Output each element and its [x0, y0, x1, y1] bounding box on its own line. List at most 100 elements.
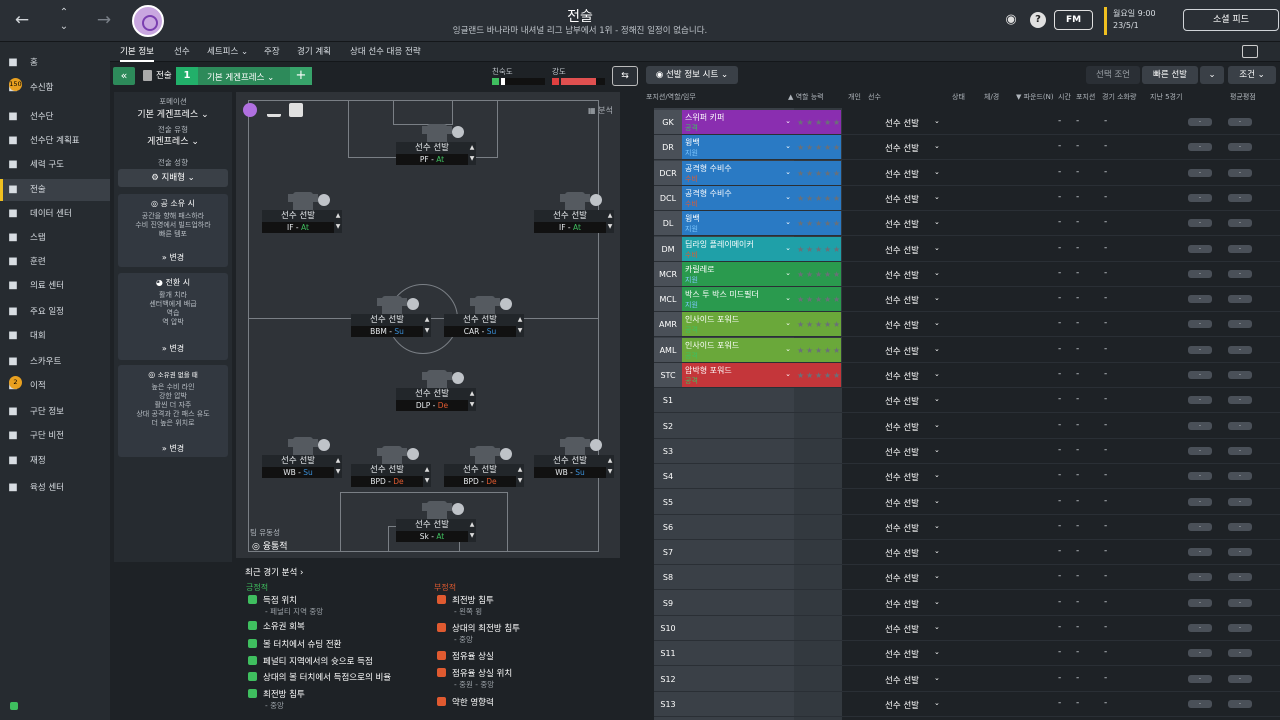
- quick-pick-button[interactable]: 빠른 선발: [1142, 66, 1198, 84]
- sidebar-item-trophy[interactable]: ■ 대회: [0, 325, 110, 347]
- in-possession-box[interactable]: ◎ 공 소유 시 공간을 향해 패스하라 수비 진영에서 빌드업하라 빠른 템포…: [118, 194, 228, 267]
- help-icon[interactable]: ?: [1030, 12, 1046, 28]
- chevron-down-icon[interactable]: ⌄: [785, 142, 791, 150]
- player-role[interactable]: PF - At: [396, 154, 468, 165]
- player-select[interactable]: 선수 선발: [885, 421, 919, 433]
- chevron-down-icon[interactable]: ⌄: [934, 699, 940, 707]
- chevron-down-icon[interactable]: ⌄: [934, 598, 940, 606]
- role-cell[interactable]: 윙백 지원 ⌄: [682, 135, 794, 161]
- camera-icon[interactable]: [1242, 45, 1258, 58]
- player-select[interactable]: 선수 선발: [885, 244, 919, 256]
- sidebar-item-development[interactable]: ■ 육성 센터: [0, 477, 110, 499]
- role-cell[interactable]: 스위퍼 키퍼 공격 ⌄: [682, 110, 794, 135]
- role-cell[interactable]: 압박형 포워드 공격 ⌄: [682, 363, 794, 388]
- add-tactic-button[interactable]: +: [290, 67, 312, 85]
- achievement-icon[interactable]: ◉: [1003, 12, 1019, 28]
- player-select[interactable]: 선수 선발: [885, 471, 919, 483]
- table-row[interactable]: AMR 인사이드 포워드 공격 ⌄ ★ ★ ★ ★ ★ 선수 선발 ⌄ - - - - -: [654, 312, 1280, 338]
- table-row[interactable]: S11 선수 선발 ⌄ - - - - -: [654, 641, 1280, 667]
- table-row[interactable]: GK 스위퍼 키퍼 공격 ⌄ ★ ★ ★ ★ ★ 선수 선발 ⌄ - - - - -: [654, 110, 1280, 135]
- sidebar-item-home[interactable]: ■ 홈: [0, 52, 110, 74]
- chevron-down-icon[interactable]: ⌄: [934, 471, 940, 479]
- col-last5[interactable]: 지난 5경기: [1150, 92, 1182, 102]
- tab-opposition[interactable]: 상대 선수 대응 전략: [350, 42, 421, 62]
- table-row[interactable]: S8 선수 선발 ⌄ - - - - -: [654, 565, 1280, 591]
- chevron-down-icon[interactable]: ⌄: [785, 269, 791, 277]
- table-row[interactable]: STC 압박형 포워드 공격 ⌄ ★ ★ ★ ★ ★ 선수 선발 ⌄ - - - - -: [654, 363, 1280, 388]
- chevron-down-icon[interactable]: ⌄: [785, 244, 791, 252]
- pitch-player-slot[interactable]: 선수 선발 BBM - Su ▲ ▼: [351, 296, 431, 342]
- player-role[interactable]: DLP - De: [396, 400, 468, 411]
- table-row[interactable]: S10 선수 선발 ⌄ - - - - -: [654, 616, 1280, 641]
- role-cell[interactable]: 딥라잉 플레이메이커 수비 ⌄: [682, 236, 794, 262]
- chevron-down-icon[interactable]: ⌄: [934, 648, 940, 656]
- tab-captain[interactable]: 주장: [264, 42, 280, 62]
- forward-icon[interactable]: →: [86, 0, 122, 42]
- social-feed-button[interactable]: 소셜 피드: [1183, 9, 1279, 31]
- tactic-slot[interactable]: 1: [176, 67, 198, 85]
- player-select[interactable]: 선수 선발: [885, 193, 919, 205]
- table-row[interactable]: S3 선수 선발 ⌄ - - - - -: [654, 438, 1280, 464]
- filter-button[interactable]: 조건 ⌄: [1228, 66, 1276, 84]
- chevron-down-icon[interactable]: ⌄: [934, 244, 940, 252]
- pitch-player-slot[interactable]: 선수 선발 BPD - De ▲ ▼: [444, 446, 524, 492]
- player-menu-arrow[interactable]: ▲ ▼: [468, 388, 476, 411]
- sidebar-item-data[interactable]: ■ 데이터 센터: [0, 203, 110, 225]
- swap-button[interactable]: ⇆: [612, 66, 638, 86]
- sidebar-item-finance[interactable]: ■ 재정: [0, 450, 110, 472]
- formation-name[interactable]: 기본 게겐프레스 ⌄: [207, 71, 274, 83]
- chevron-down-icon[interactable]: ⌄: [934, 218, 940, 226]
- table-row[interactable]: MCR 카릴레로 지원 ⌄ ★ ★ ★ ★ ★ 선수 선발 ⌄ - - - - -: [654, 261, 1280, 287]
- player-select[interactable]: 선수 선발: [885, 218, 919, 230]
- chevron-down-icon[interactable]: ⌄: [934, 294, 940, 302]
- chevron-down-icon[interactable]: ⌄: [934, 193, 940, 201]
- table-row[interactable]: S4 선수 선발 ⌄ - - - - -: [654, 464, 1280, 490]
- chevron-down-icon[interactable]: ⌄: [785, 370, 791, 378]
- player-select[interactable]: 선수 선발: [885, 370, 919, 382]
- change-button[interactable]: » 변경: [118, 252, 228, 263]
- chevron-down-icon[interactable]: ⌄: [934, 547, 940, 555]
- sidebar-item-calendar[interactable]: ■ 주요 일정: [0, 301, 110, 323]
- player-menu-arrow[interactable]: ▲ ▼: [468, 519, 476, 542]
- player-menu-arrow[interactable]: ▲ ▼: [516, 314, 524, 337]
- player-select[interactable]: 선수 선발: [885, 168, 919, 180]
- player-role[interactable]: WB - Su: [262, 467, 334, 478]
- chevron-down-icon[interactable]: ⌄: [934, 269, 940, 277]
- chevron-down-icon[interactable]: ⌄: [785, 193, 791, 201]
- back-icon[interactable]: ←: [4, 0, 40, 42]
- table-row[interactable]: S7 선수 선발 ⌄ - - - - -: [654, 540, 1280, 566]
- chevron-down-icon[interactable]: ⌄: [934, 319, 940, 327]
- player-menu-arrow[interactable]: ▲ ▼: [606, 455, 614, 478]
- player-select[interactable]: 선수 선발: [885, 648, 919, 660]
- out-possession-box[interactable]: ◎ 소유권 없을 때 높은 수비 라인 강한 압박 활씬 더 자주 상대 공격과…: [118, 365, 228, 457]
- role-cell[interactable]: 카릴레로 지원 ⌄: [682, 261, 794, 287]
- col-fitness[interactable]: 체/경: [984, 92, 999, 102]
- chevron-down-icon[interactable]: ⌄: [785, 168, 791, 176]
- chevron-down-icon[interactable]: ⌄: [934, 168, 940, 176]
- player-select[interactable]: 선수 선발: [885, 319, 919, 331]
- table-row[interactable]: S1 선수 선발 ⌄ - - - - -: [654, 388, 1280, 414]
- col-match-load[interactable]: 경기 소화량: [1102, 92, 1136, 102]
- tab-set-pieces[interactable]: 세트피스 ⌄: [207, 42, 248, 62]
- transition-box[interactable]: ◕ 전환 시 활개 치라 센터백에게 배급 역습 역 압박 » 변경: [118, 273, 228, 360]
- chevron-down-icon[interactable]: ⌄: [934, 421, 940, 429]
- chevron-down-icon[interactable]: ⌄: [934, 142, 940, 150]
- up-down-icon[interactable]: ⌃ ⌄: [46, 0, 82, 42]
- player-select[interactable]: 선수 선발: [885, 522, 919, 534]
- table-row[interactable]: S12 선수 선발 ⌄ - - - - -: [654, 666, 1280, 692]
- clipboard-icon[interactable]: [289, 103, 303, 117]
- chevron-down-icon[interactable]: ⌄: [934, 497, 940, 505]
- table-row[interactable]: DM 딥라잉 플레이메이커 수비 ⌄ ★ ★ ★ ★ ★ 선수 선발 ⌄ - - - - -: [654, 236, 1280, 262]
- table-row[interactable]: DR 윙백 지원 ⌄ ★ ★ ★ ★ ★ 선수 선발 ⌄ - - - - -: [654, 135, 1280, 161]
- formation-value[interactable]: 기본 게겐프레스 ⌄: [114, 107, 232, 120]
- player-select[interactable]: 선수 선발: [885, 294, 919, 306]
- col-pos[interactable]: 포지션: [1076, 92, 1095, 102]
- chevron-down-icon[interactable]: ⌄: [934, 117, 940, 125]
- pitch-player-slot[interactable]: 선수 선발 IF - At ▲ ▼: [262, 192, 342, 238]
- chevron-down-icon[interactable]: ⌄: [785, 345, 791, 353]
- table-row[interactable]: MCL 박스 투 박스 미드필더 지원 ⌄ ★ ★ ★ ★ ★ 선수 선발 ⌄ - - - - -: [654, 287, 1280, 313]
- player-menu-arrow[interactable]: ▲ ▼: [423, 314, 431, 337]
- chart-icon[interactable]: [267, 103, 281, 117]
- role-cell[interactable]: 인사이드 포워드 공격 ⌄: [682, 337, 794, 363]
- sidebar-item-transfer[interactable]: ■2이적: [0, 375, 110, 397]
